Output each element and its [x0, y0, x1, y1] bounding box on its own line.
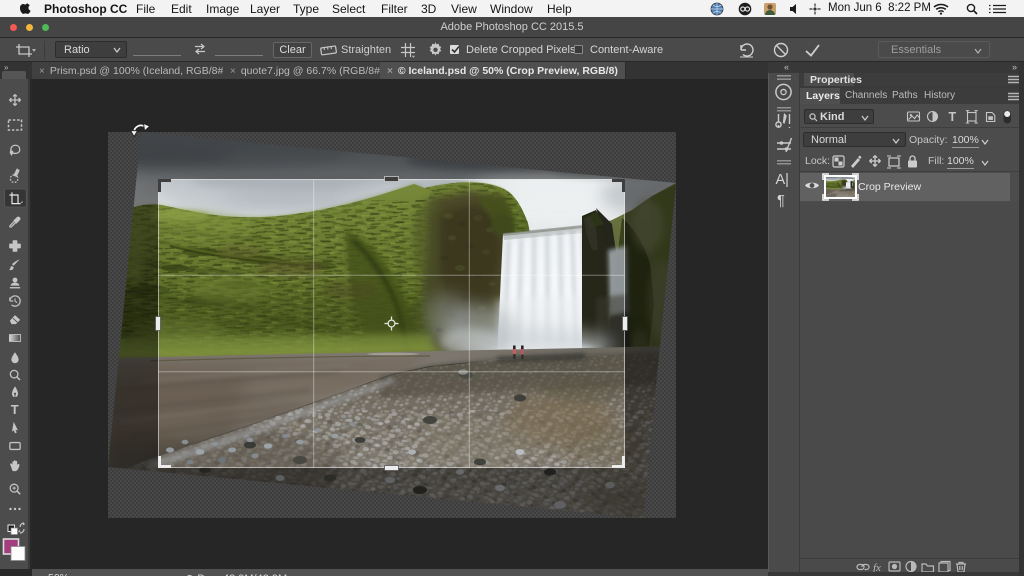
svg-text:T: T	[11, 402, 19, 417]
svg-text:T: T	[949, 110, 957, 124]
svg-text:A|: A|	[776, 172, 789, 188]
svg-text:¶: ¶	[777, 193, 785, 209]
